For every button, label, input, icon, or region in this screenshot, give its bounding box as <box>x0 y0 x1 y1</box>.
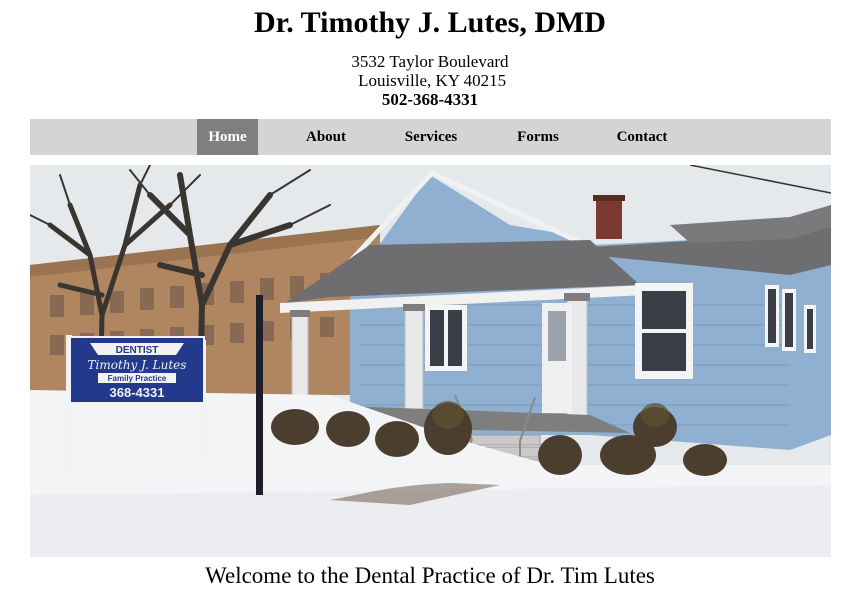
nav-about[interactable]: About <box>290 119 362 155</box>
phone-number: 502-368-4331 <box>381 90 479 109</box>
address-city: Louisville, KY 40215 <box>353 71 507 90</box>
main-navigation: Home About Services Forms Contact <box>30 119 831 155</box>
chimney <box>596 199 622 239</box>
nav-home[interactable]: Home <box>197 119 258 155</box>
address-street: 3532 Taylor Boulevard <box>351 52 509 71</box>
sign-name: Timothy J. Lutes <box>88 358 187 372</box>
sign-dentist: DENTIST <box>116 345 159 356</box>
lamp-post <box>256 295 263 495</box>
nav-services[interactable]: Services <box>388 119 474 155</box>
sign-practice: Family Practice <box>108 374 167 383</box>
sign-phone: 368-4331 <box>110 385 165 400</box>
practice-address: 3532 Taylor Boulevard Louisville, KY 402… <box>0 52 853 109</box>
welcome-heading: Welcome to the Dental Practice of Dr. Ti… <box>205 563 655 588</box>
site-title: Dr. Timothy J. Lutes, DMD <box>254 6 606 39</box>
nav-contact[interactable]: Contact <box>601 119 683 155</box>
nav-forms[interactable]: Forms <box>503 119 573 155</box>
office-photo: DENTIST Timothy J. Lutes Family Practice… <box>30 165 831 557</box>
